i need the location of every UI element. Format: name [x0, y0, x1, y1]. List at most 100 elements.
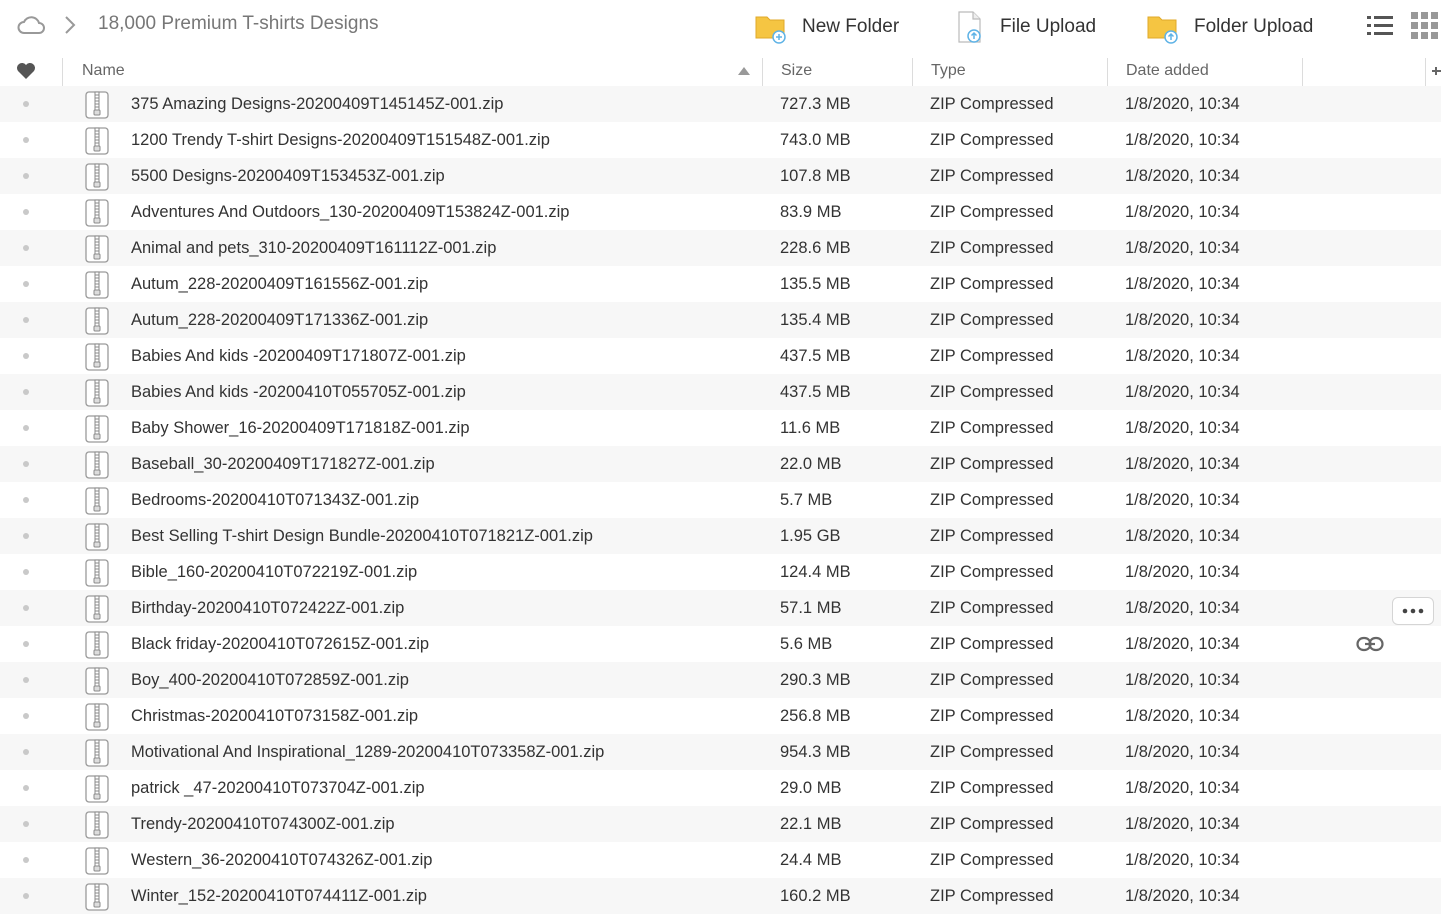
cloud-drive-icon[interactable] [16, 13, 46, 37]
file-name[interactable]: Animal and pets_310-20200409T161112Z-001… [131, 230, 496, 266]
file-row[interactable]: Adventures And Outdoors_130-20200409T153… [0, 194, 1441, 230]
more-options-button[interactable] [1392, 597, 1434, 625]
file-row[interactable]: Birthday-20200410T072422Z-001.zip 57.1 MB… [0, 590, 1441, 626]
favorite-dot-icon[interactable] [23, 173, 29, 179]
file-row[interactable]: Autum_228-20200409T161556Z-001.zip 135.5 … [0, 266, 1441, 302]
favorite-dot-icon[interactable] [23, 677, 29, 683]
file-row[interactable]: patrick _47-20200410T073704Z-001.zip 29.0… [0, 770, 1441, 806]
favorite-dot-icon[interactable] [23, 713, 29, 719]
column-header-date-added[interactable]: Date added [1126, 54, 1209, 88]
file-row[interactable]: Trendy-20200410T074300Z-001.zip 22.1 MB ZI… [0, 806, 1441, 842]
column-separator[interactable] [1425, 58, 1426, 86]
favorite-dot-icon[interactable] [23, 857, 29, 863]
file-row[interactable]: Baseball_30-20200409T171827Z-001.zip 22.0… [0, 446, 1441, 482]
file-date-added: 1/8/2020, 10:34 [1125, 167, 1240, 185]
favorite-dot-icon[interactable] [23, 353, 29, 359]
favorite-dot-icon[interactable] [23, 245, 29, 251]
file-row[interactable]: Babies And kids -20200409T171807Z-001.zi… [0, 338, 1441, 374]
favorite-dot-icon[interactable] [23, 101, 29, 107]
favorite-dot-icon[interactable] [23, 389, 29, 395]
file-row[interactable]: Baby Shower_16-20200409T171818Z-001.zip 1… [0, 410, 1441, 446]
file-name[interactable]: Baseball_30-20200409T171827Z-001.zip [131, 446, 435, 482]
file-row[interactable]: Christmas-20200410T073158Z-001.zip 256.8 … [0, 698, 1441, 734]
file-name[interactable]: Trendy-20200410T074300Z-001.zip [131, 806, 395, 842]
favorite-dot-icon[interactable] [23, 137, 29, 143]
favorite-dot-icon[interactable] [23, 497, 29, 503]
folder-upload-button[interactable]: Folder Upload [1146, 8, 1313, 46]
file-name[interactable]: Motivational And Inspirational_1289-2020… [131, 734, 604, 770]
file-type: ZIP Compressed [930, 779, 1054, 797]
breadcrumb-current-folder[interactable]: 18,000 Premium T-shirts Designs [98, 13, 379, 35]
file-name[interactable]: Autum_228-20200409T161556Z-001.zip [131, 266, 428, 302]
grid-view-icon[interactable] [1411, 12, 1439, 40]
file-type: ZIP Compressed [930, 851, 1054, 869]
favorite-heart-icon[interactable] [16, 62, 36, 80]
file-row[interactable]: Boy_400-20200410T072859Z-001.zip 290.3 MB… [0, 662, 1441, 698]
favorite-dot-icon[interactable] [23, 569, 29, 575]
new-folder-button[interactable]: New Folder [754, 8, 899, 46]
file-name[interactable]: Western_36-20200410T074326Z-001.zip [131, 842, 433, 878]
file-upload-label: File Upload [1000, 16, 1097, 37]
file-name[interactable]: Bedrooms-20200410T071343Z-001.zip [131, 482, 419, 518]
file-name[interactable]: Christmas-20200410T073158Z-001.zip [131, 698, 418, 734]
file-row[interactable]: 1200 Trendy T-shirt Designs-20200409T151… [0, 122, 1441, 158]
favorite-dot-icon[interactable] [23, 209, 29, 215]
favorite-dot-icon[interactable] [23, 461, 29, 467]
file-row[interactable]: Black friday-20200410T072615Z-001.zip 5.6… [0, 626, 1441, 662]
file-name[interactable]: 375 Amazing Designs-20200409T145145Z-001… [131, 86, 503, 122]
file-name[interactable]: Birthday-20200410T072422Z-001.zip [131, 590, 404, 626]
file-row[interactable]: Babies And kids -20200410T055705Z-001.zi… [0, 374, 1441, 410]
favorite-dot-icon[interactable] [23, 749, 29, 755]
column-settings-icon[interactable] [1432, 62, 1441, 80]
file-name[interactable]: Best Selling T-shirt Design Bundle-20200… [131, 518, 593, 554]
file-name[interactable]: Babies And kids -20200409T171807Z-001.zi… [131, 338, 466, 374]
share-link-icon[interactable] [1356, 634, 1384, 654]
favorite-dot-icon[interactable] [23, 425, 29, 431]
file-size: 954.3 MB [780, 743, 851, 761]
column-header-name[interactable]: Name [82, 54, 125, 88]
sort-ascending-icon[interactable] [738, 67, 750, 75]
file-row[interactable]: 5500 Designs-20200409T153453Z-001.zip 107… [0, 158, 1441, 194]
file-name[interactable]: Adventures And Outdoors_130-20200409T153… [131, 194, 569, 230]
column-separator[interactable] [762, 58, 763, 86]
column-separator[interactable] [912, 58, 913, 86]
column-separator[interactable] [62, 58, 63, 86]
file-row[interactable]: Motivational And Inspirational_1289-2020… [0, 734, 1441, 770]
file-row[interactable]: Animal and pets_310-20200409T161112Z-001… [0, 230, 1441, 266]
column-separator[interactable] [1302, 58, 1303, 86]
file-row[interactable]: 375 Amazing Designs-20200409T145145Z-001… [0, 86, 1441, 122]
file-name[interactable]: Bible_160-20200410T072219Z-001.zip [131, 554, 417, 590]
favorite-dot-icon[interactable] [23, 893, 29, 899]
file-name[interactable]: Babies And kids -20200410T055705Z-001.zi… [131, 374, 466, 410]
column-header-type[interactable]: Type [931, 54, 966, 88]
file-name[interactable]: Autum_228-20200409T171336Z-001.zip [131, 302, 428, 338]
file-name[interactable]: Winter_152-20200410T074411Z-001.zip [131, 878, 427, 914]
favorite-dot-icon[interactable] [23, 785, 29, 791]
favorite-dot-icon[interactable] [23, 641, 29, 647]
file-type: ZIP Compressed [930, 275, 1054, 293]
file-name[interactable]: Boy_400-20200410T072859Z-001.zip [131, 662, 409, 698]
file-name[interactable]: 1200 Trendy T-shirt Designs-20200409T151… [131, 122, 550, 158]
favorite-dot-icon[interactable] [23, 821, 29, 827]
column-separator[interactable] [1107, 58, 1108, 86]
file-row[interactable]: Bible_160-20200410T072219Z-001.zip 124.4 … [0, 554, 1441, 590]
file-row[interactable]: Bedrooms-20200410T071343Z-001.zip 5.7 MB Z… [0, 482, 1441, 518]
favorite-dot-icon[interactable] [23, 533, 29, 539]
zip-file-icon [85, 451, 109, 479]
file-name[interactable]: Baby Shower_16-20200409T171818Z-001.zip [131, 410, 470, 446]
favorite-dot-icon[interactable] [23, 605, 29, 611]
file-upload-button[interactable]: File Upload [952, 8, 1096, 46]
file-name[interactable]: 5500 Designs-20200409T153453Z-001.zip [131, 158, 445, 194]
file-name[interactable]: patrick _47-20200410T073704Z-001.zip [131, 770, 425, 806]
file-name[interactable]: Black friday-20200410T072615Z-001.zip [131, 626, 429, 662]
file-row[interactable]: Best Selling T-shirt Design Bundle-20200… [0, 518, 1441, 554]
column-header-size[interactable]: Size [781, 54, 812, 88]
file-row[interactable]: Western_36-20200410T074326Z-001.zip 24.4 … [0, 842, 1441, 878]
file-row[interactable]: Winter_152-20200410T074411Z-001.zip 160.2… [0, 878, 1441, 914]
file-row[interactable]: Autum_228-20200409T171336Z-001.zip 135.4 … [0, 302, 1441, 338]
favorite-dot-icon[interactable] [23, 317, 29, 323]
zip-file-icon [85, 739, 109, 767]
file-type: ZIP Compressed [930, 707, 1054, 725]
favorite-dot-icon[interactable] [23, 281, 29, 287]
list-view-icon[interactable] [1367, 14, 1393, 38]
